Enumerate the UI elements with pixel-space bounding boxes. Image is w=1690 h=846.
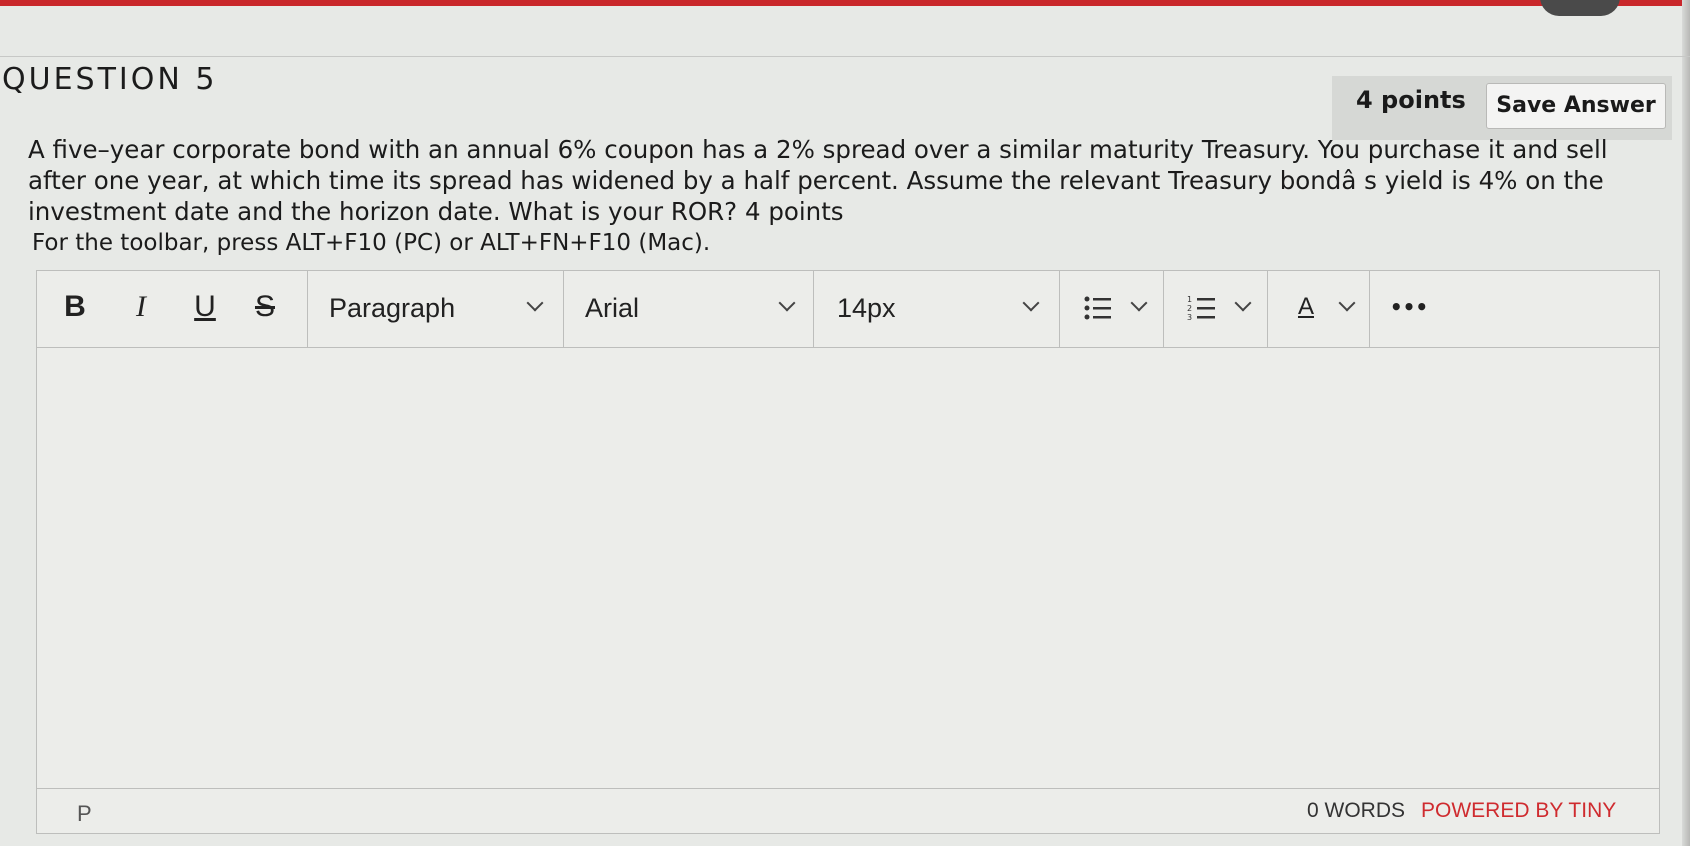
chevron-down-icon (778, 294, 796, 312)
editor-content-area[interactable] (37, 348, 1659, 788)
block-format-dropdown[interactable]: Paragraph (307, 271, 564, 347)
chevron-down-icon[interactable] (1234, 294, 1252, 312)
more-icon[interactable]: ••• (1389, 287, 1429, 327)
bold-button[interactable]: B (57, 287, 93, 327)
bezel-knob (1540, 0, 1620, 16)
chevron-down-icon[interactable] (1130, 294, 1148, 312)
font-size-dropdown[interactable]: 14px (813, 271, 1060, 347)
editor-statusbar: P 0 WORDS POWERED BY TINY (37, 788, 1659, 833)
toolbar-hint: For the toolbar, press ALT+F10 (PC) or A… (32, 230, 711, 256)
format-group: B I U S (37, 271, 308, 347)
svg-text:1: 1 (1187, 295, 1192, 304)
font-family-dropdown[interactable]: Arial (563, 271, 814, 347)
underline-button[interactable]: U (187, 287, 223, 327)
more-group: ••• (1369, 271, 1659, 347)
strikethrough-button[interactable]: S (247, 287, 283, 327)
powered-by-link[interactable]: POWERED BY TINY (1421, 799, 1616, 823)
italic-button[interactable]: I (123, 287, 159, 327)
question-text: A five–year corporate bond with an annua… (28, 135, 1608, 226)
svg-text:3: 3 (1187, 313, 1192, 322)
element-path[interactable]: P (77, 801, 92, 827)
word-count[interactable]: 0 WORDS (1307, 799, 1405, 823)
window-top-edge (0, 0, 1690, 6)
screen: QUESTION 5 4 points Save Answer A five–y… (0, 0, 1690, 846)
question-title: QUESTION 5 (2, 62, 218, 97)
window-right-edge (1682, 0, 1690, 846)
text-color-button[interactable]: A (1267, 271, 1370, 347)
save-answer-button[interactable]: Save Answer (1486, 83, 1666, 129)
svg-text:2: 2 (1187, 304, 1192, 313)
numbered-list-button[interactable]: 1 2 3 (1163, 271, 1268, 347)
chevron-down-icon[interactable] (1338, 294, 1356, 312)
section-divider (0, 56, 1690, 57)
editor-toolbar: B I U S Paragraph Arial 14px 1 2 3 A ••• (37, 271, 1659, 348)
chevron-down-icon (526, 294, 544, 312)
text-color-icon: A (1297, 293, 1314, 320)
points-label: 4 points (1356, 86, 1466, 114)
rich-text-editor: B I U S Paragraph Arial 14px 1 2 3 A •••… (36, 270, 1660, 834)
bullet-list-button[interactable] (1059, 271, 1164, 347)
numbered-list-icon: 1 2 3 (1187, 295, 1215, 322)
bullet-list-icon (1084, 296, 1111, 320)
font-size-label: 14px (837, 293, 896, 323)
block-format-label: Paragraph (329, 293, 456, 323)
font-family-label: Arial (585, 293, 640, 323)
chevron-down-icon (1022, 294, 1040, 312)
